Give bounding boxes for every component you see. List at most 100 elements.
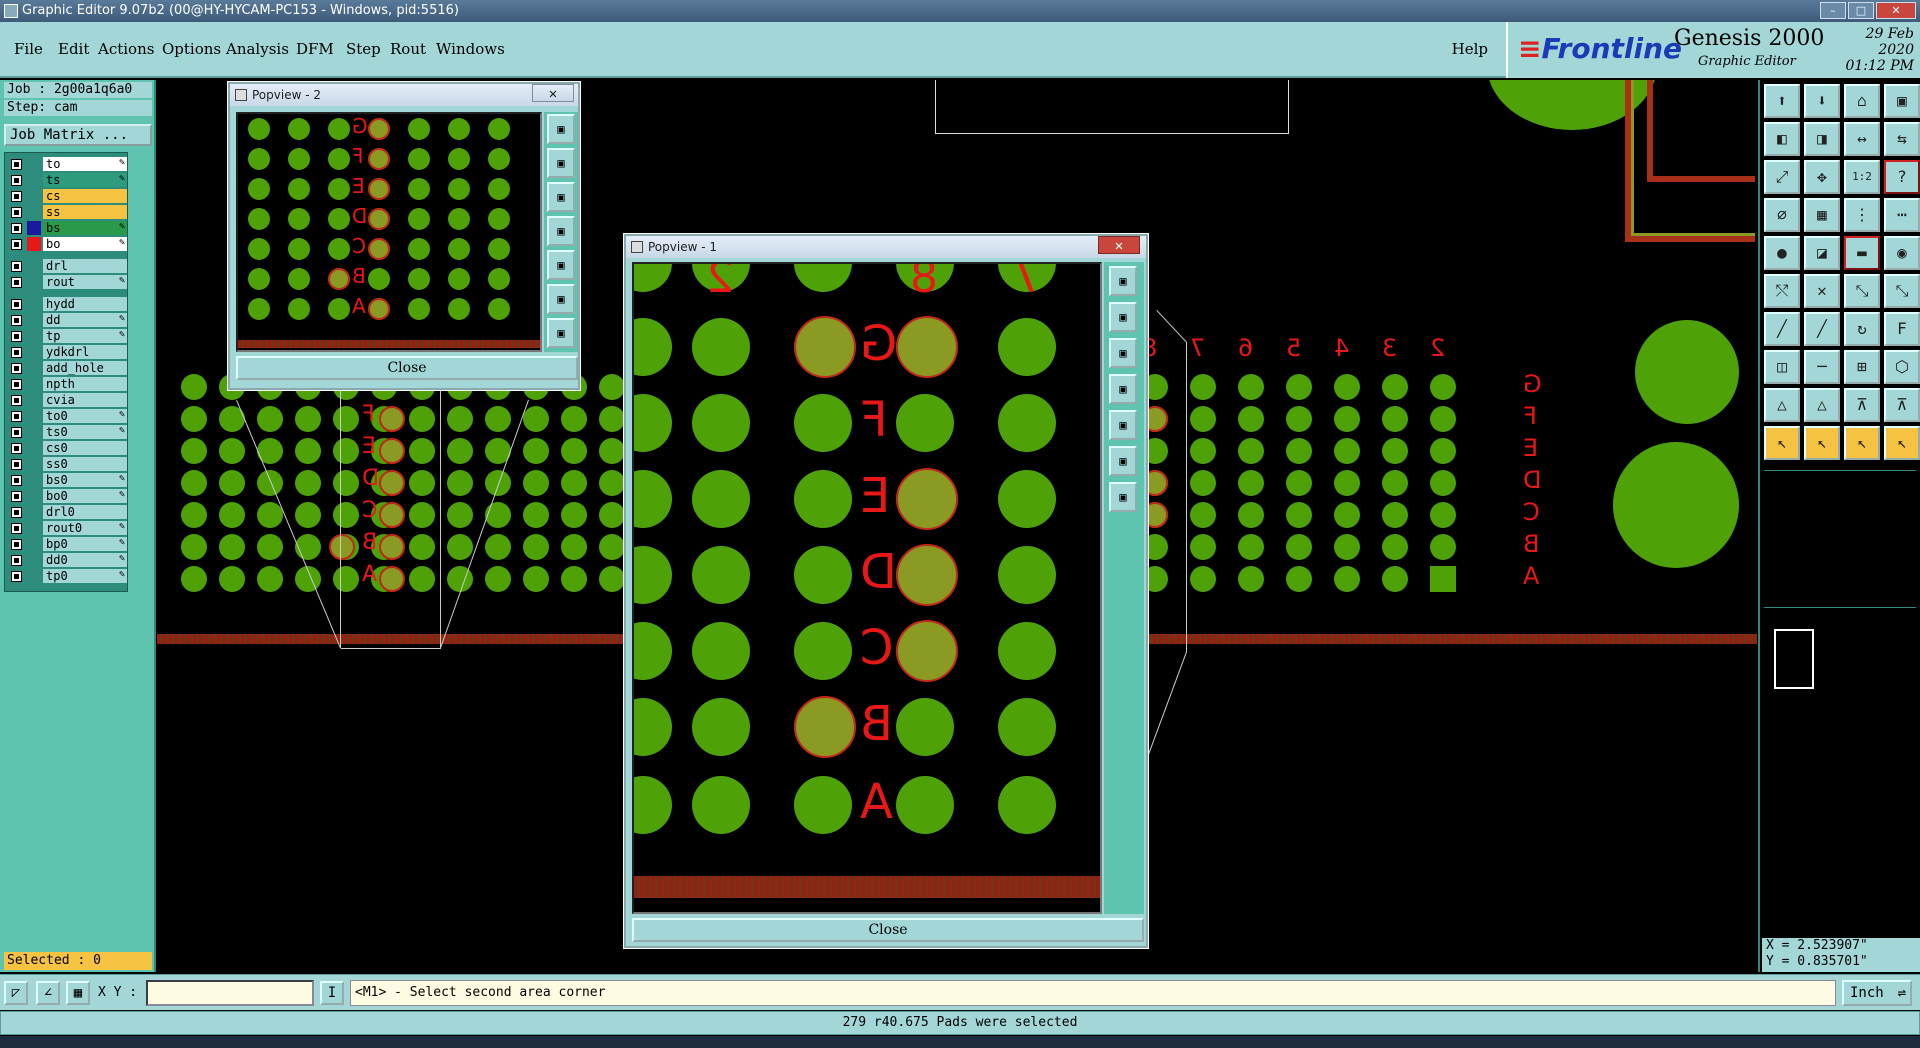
layer-checkbox[interactable] [11, 261, 22, 272]
menu-file[interactable]: File [14, 40, 43, 58]
layer-name[interactable]: drl [43, 259, 127, 273]
layer-row[interactable]: drl [7, 259, 127, 273]
tool-button[interactable]: ⋯ [1884, 198, 1920, 232]
layer-checkbox[interactable] [11, 347, 22, 358]
layer-row[interactable]: ts ✎ [7, 173, 127, 187]
tool-button[interactable]: F [1884, 312, 1920, 346]
tool-button[interactable]: ↖ [1804, 426, 1840, 460]
layer-name[interactable]: tp0 [43, 569, 127, 583]
layer-name[interactable]: ts [43, 173, 127, 187]
layer-checkbox[interactable] [11, 427, 22, 438]
tool-button[interactable]: ╱ [1804, 312, 1840, 346]
tool-button[interactable]: △ [1764, 388, 1800, 422]
tool-button[interactable]: ✕ [1804, 274, 1840, 308]
layer-name[interactable]: ss0 [43, 457, 127, 471]
layer-checkbox[interactable] [11, 159, 22, 170]
layer-checkbox[interactable] [11, 411, 22, 422]
popview-1-close-icon[interactable]: ✕ [1098, 236, 1140, 254]
layer-checkbox[interactable] [11, 277, 22, 288]
tool-button[interactable]: ⌂ [1844, 84, 1880, 118]
layer-checkbox[interactable] [11, 523, 22, 534]
layer-name[interactable]: drl0 [43, 505, 127, 519]
minimize-button[interactable]: – [1820, 2, 1846, 19]
layer-row[interactable]: bp0 ✎ [7, 537, 127, 551]
tool-button[interactable]: ╱ [1764, 312, 1800, 346]
tool-button[interactable]: ⇆ [1884, 122, 1920, 156]
popview-2-close-icon[interactable]: ✕ [532, 84, 574, 102]
tool-button[interactable]: ▣ [1884, 84, 1920, 118]
layer-checkbox[interactable] [11, 491, 22, 502]
tool-button[interactable]: ? [1884, 160, 1920, 194]
tool-button[interactable]: ⬇ [1804, 84, 1840, 118]
layer-name[interactable]: dd0 [43, 553, 127, 567]
layer-name[interactable]: to [43, 157, 127, 171]
layer-row[interactable]: to ✎ [7, 157, 127, 171]
menu-edit[interactable]: Edit [58, 40, 89, 58]
tool-button[interactable]: ▦ [1804, 198, 1840, 232]
layer-checkbox[interactable] [11, 475, 22, 486]
layer-row[interactable]: bs0 ✎ [7, 473, 127, 487]
unit-select[interactable]: Inch ⇌ [1842, 980, 1912, 1006]
tool-button[interactable]: △ [1804, 388, 1840, 422]
layer-row[interactable]: cs [7, 189, 127, 203]
layer-name[interactable]: cs [43, 189, 127, 203]
menu-rout[interactable]: Rout [390, 40, 426, 58]
tool-button[interactable]: ↔ [1844, 122, 1880, 156]
layer-row[interactable]: drl0 [7, 505, 127, 519]
layer-row[interactable]: ts0 ✎ [7, 425, 127, 439]
job-matrix-button[interactable]: Job Matrix ... [4, 124, 152, 146]
tool-button[interactable]: ⬡ [1884, 350, 1920, 384]
layer-name[interactable]: hydd [43, 297, 127, 311]
menu-windows[interactable]: Windows [436, 40, 505, 58]
tool-button[interactable]: ● [1764, 236, 1800, 270]
layer-checkbox[interactable] [11, 299, 22, 310]
layer-row[interactable]: npth [7, 377, 127, 391]
tool-button[interactable]: ⊞ [1844, 350, 1880, 384]
tool-button[interactable]: ─ [1804, 350, 1840, 384]
layer-checkbox[interactable] [11, 379, 22, 390]
layer-row[interactable]: ydkdrl [7, 345, 127, 359]
tool-button[interactable]: ⋮ [1844, 198, 1880, 232]
menu-actions[interactable]: Actions [98, 40, 154, 58]
layer-name[interactable]: npth [43, 377, 127, 391]
tool-button[interactable]: ⤡ [1844, 274, 1880, 308]
layer-row[interactable]: dd ✎ [7, 313, 127, 327]
tool-button[interactable]: ↖ [1884, 426, 1920, 460]
layer-name[interactable]: bo [43, 237, 127, 251]
snap-icon[interactable]: ◸ [4, 981, 28, 1005]
layer-row[interactable]: rout ✎ [7, 275, 127, 289]
menu-step[interactable]: Step [346, 40, 381, 58]
tool-button[interactable]: ◉ [1884, 236, 1920, 270]
tool-button[interactable]: ▬ [1844, 236, 1880, 270]
menu-options[interactable]: Options [162, 40, 221, 58]
layer-row[interactable]: cs0 [7, 441, 127, 455]
maximize-button[interactable]: □ [1848, 2, 1874, 19]
tool-button[interactable]: ⬆ [1764, 84, 1800, 118]
popview-tool-button[interactable]: ▣ [1109, 266, 1137, 296]
tool-button[interactable]: 1:2 [1844, 160, 1880, 194]
layer-checkbox[interactable] [11, 331, 22, 342]
layer-name[interactable]: bo0 [43, 489, 127, 503]
layer-row[interactable]: rout0 ✎ [7, 521, 127, 535]
tool-button[interactable]: ⤡ [1884, 274, 1920, 308]
layer-name[interactable]: ts0 [43, 425, 127, 439]
popview-1-view[interactable]: 2 8 7 GFEDCBA [632, 262, 1102, 914]
xy-input[interactable] [146, 980, 314, 1006]
popview-tool-button[interactable]: ▣ [547, 216, 575, 246]
popview-tool-button[interactable]: ▣ [547, 182, 575, 212]
layer-row[interactable]: cvia [7, 393, 127, 407]
menu-dfm[interactable]: DFM [296, 40, 334, 58]
layer-name[interactable]: ss [43, 205, 127, 219]
layer-checkbox[interactable] [11, 239, 22, 250]
layer-checkbox[interactable] [11, 539, 22, 550]
tool-button[interactable]: ↖ [1844, 426, 1880, 460]
layer-name[interactable]: cvia [43, 393, 127, 407]
layer-name[interactable]: bs [43, 221, 127, 235]
tool-button[interactable]: ◫ [1764, 350, 1800, 384]
tool-button[interactable]: ⌀ [1764, 198, 1800, 232]
popview-tool-button[interactable]: ▣ [1109, 482, 1137, 512]
layer-row[interactable]: tp0 ✎ [7, 569, 127, 583]
layer-checkbox[interactable] [11, 223, 22, 234]
tool-button[interactable]: ↖ [1764, 426, 1800, 460]
layer-checkbox[interactable] [11, 363, 22, 374]
